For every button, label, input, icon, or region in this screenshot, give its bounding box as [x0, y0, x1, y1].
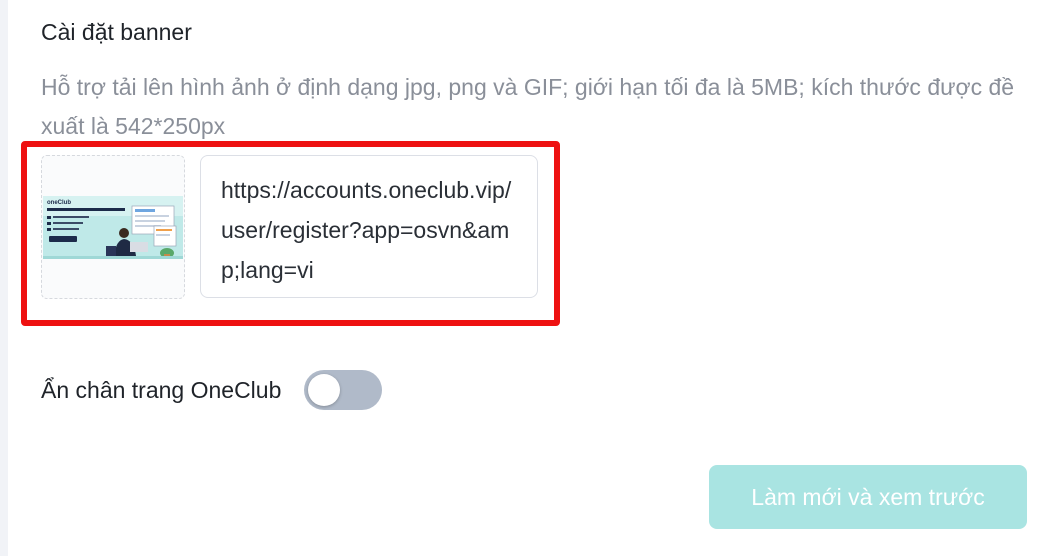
toggle-knob [308, 374, 341, 406]
banner-thumbnail[interactable]: oneClub [41, 155, 185, 299]
refresh-preview-button[interactable]: Làm mới và xem trước [709, 465, 1027, 529]
section-title: Cài đặt banner [41, 19, 192, 45]
banner-image: oneClub [42, 156, 184, 298]
thumbnail-brand: oneClub [47, 200, 71, 206]
upload-hint: Hỗ trợ tải lên hình ảnh ở định dạng jpg,… [41, 74, 1015, 139]
hide-footer-toggle[interactable] [304, 370, 383, 410]
hide-footer-row: Ẩn chân trang OneClub [41, 369, 383, 411]
banner-url-input[interactable]: https://accounts.oneclub.vip/user/regist… [200, 155, 538, 298]
left-rail [0, 0, 8, 556]
hide-footer-label: Ẩn chân trang OneClub [41, 377, 282, 403]
